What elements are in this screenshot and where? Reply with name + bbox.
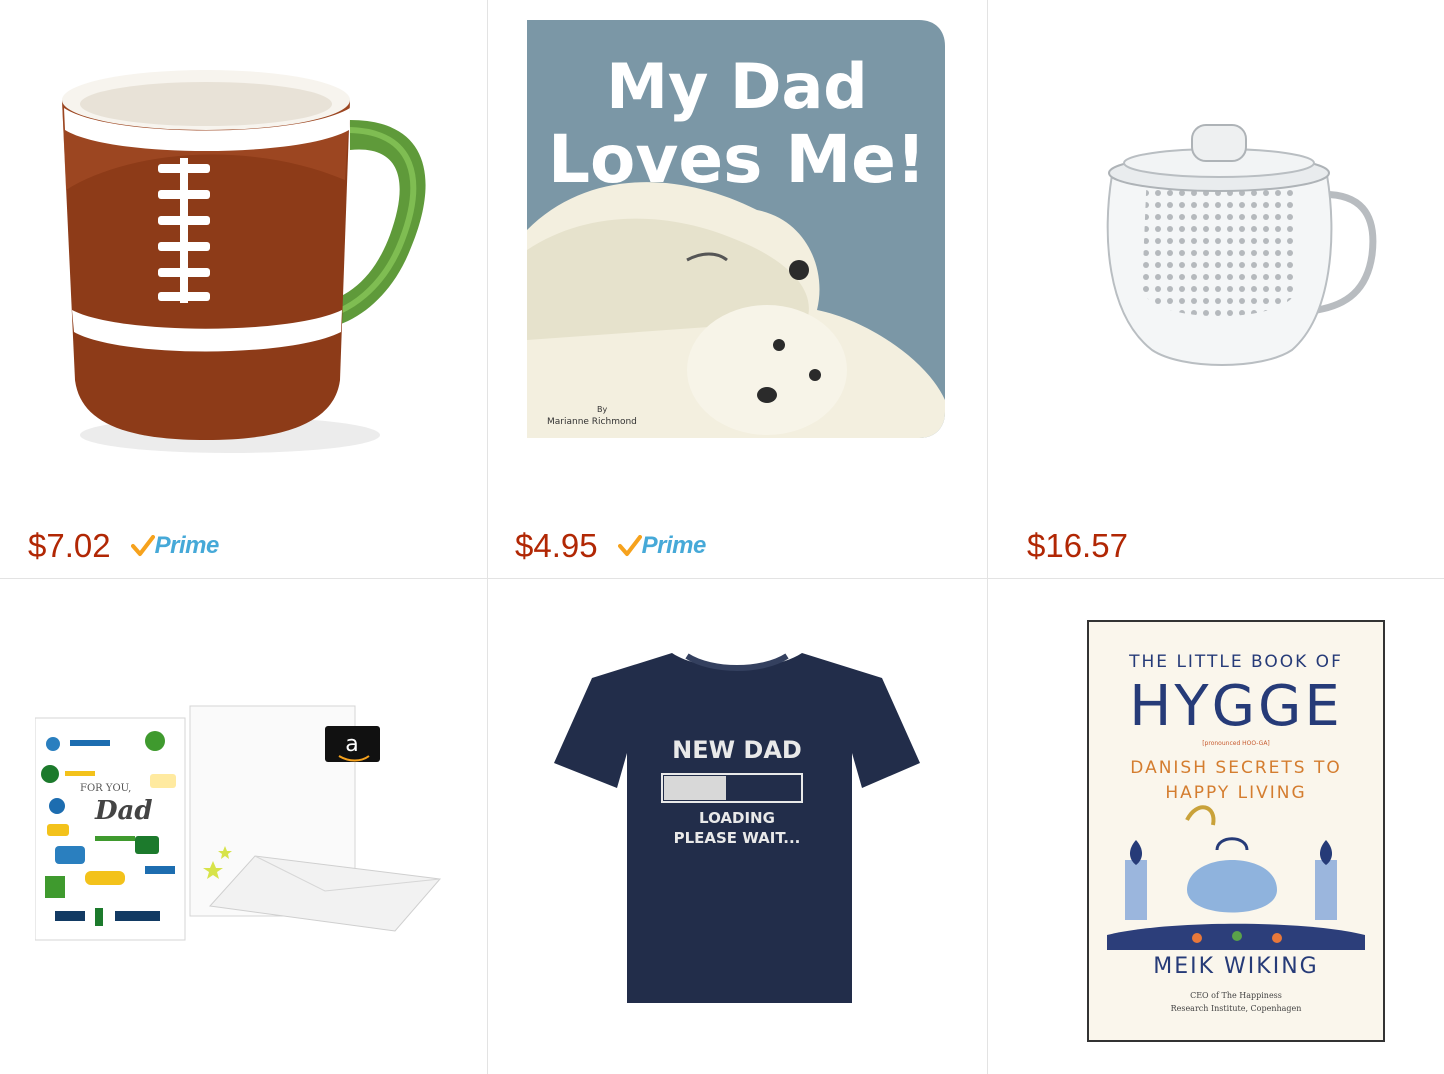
book-sub1: DANISH SECRETS TO [1130,758,1341,778]
book-author: MEIK WIKING [1153,954,1318,979]
card-text-line1: FOR YOU, [80,783,131,794]
product-card-tea-mug[interactable]: $16.57 [987,0,1444,578]
book-title-line2: Loves Me! [548,121,926,198]
prime-label: Prime [641,532,707,559]
column-divider [487,0,488,1074]
price-row: $4.95 Prime [515,526,706,566]
product-card-gift-card[interactable]: FOR YOU, Dad a [0,578,487,1074]
book-credit2: Research Institute, Copenhagen [1171,1004,1302,1013]
prime-check-icon [130,535,155,556]
price[interactable]: $16.57 [1027,526,1128,566]
row-divider [0,578,1444,579]
product-grid: $7.02 Prime My Dad Loves Me! By Marianne… [0,0,1444,1074]
book-pronunciation: [pronounced HOO-GA] [1202,740,1270,747]
prime-check-icon [617,535,642,556]
product-card-football-mug[interactable]: $7.02 Prime [0,0,487,578]
product-image-hygge-book[interactable]: THE LITTLE BOOK OF HYGGE [pronounced HOO… [1087,620,1385,1042]
shirt-line1: NEW DAD [672,736,802,764]
product-image-new-dad-shirt[interactable]: NEW DAD LOADING PLEASE WAIT... [552,648,922,1008]
product-card-hygge-book[interactable]: THE LITTLE BOOK OF HYGGE [pronounced HOO… [987,578,1444,1074]
book-by: By [597,405,607,414]
shirt-line2: LOADING [699,809,775,827]
prime-label: Prime [154,532,220,559]
shirt-line3: PLEASE WAIT... [674,829,801,847]
price[interactable]: $4.95 [515,526,598,566]
prime-badge: Prime [617,532,707,560]
product-image-tea-mug[interactable] [1092,115,1382,375]
book-credit1: CEO of The Happiness [1190,991,1282,1000]
amazon-smile-icon: a [345,732,358,757]
price[interactable]: $7.02 [28,526,111,566]
card-text-line2: Dad [94,796,153,826]
column-divider [987,0,988,1074]
book-line1: THE LITTLE BOOK OF [1128,652,1343,672]
price-row: $7.02 Prime [28,526,219,566]
book-author: Marianne Richmond [547,417,637,427]
book-title: HYGGE [1129,674,1343,739]
prime-badge: Prime [130,532,220,560]
book-title-line1: My Dad [606,50,867,123]
product-image-dad-book[interactable]: My Dad Loves Me! By Marianne Richmond [527,20,947,440]
price-row: $16.57 [1027,526,1128,566]
product-image-gift-card[interactable]: FOR YOU, Dad a [35,696,445,941]
product-card-new-dad-shirt[interactable]: NEW DAD LOADING PLEASE WAIT... [487,578,987,1074]
product-card-dad-book[interactable]: My Dad Loves Me! By Marianne Richmond $4… [487,0,987,578]
product-image-football-mug[interactable] [50,60,450,460]
book-sub2: HAPPY LIVING [1165,783,1306,803]
